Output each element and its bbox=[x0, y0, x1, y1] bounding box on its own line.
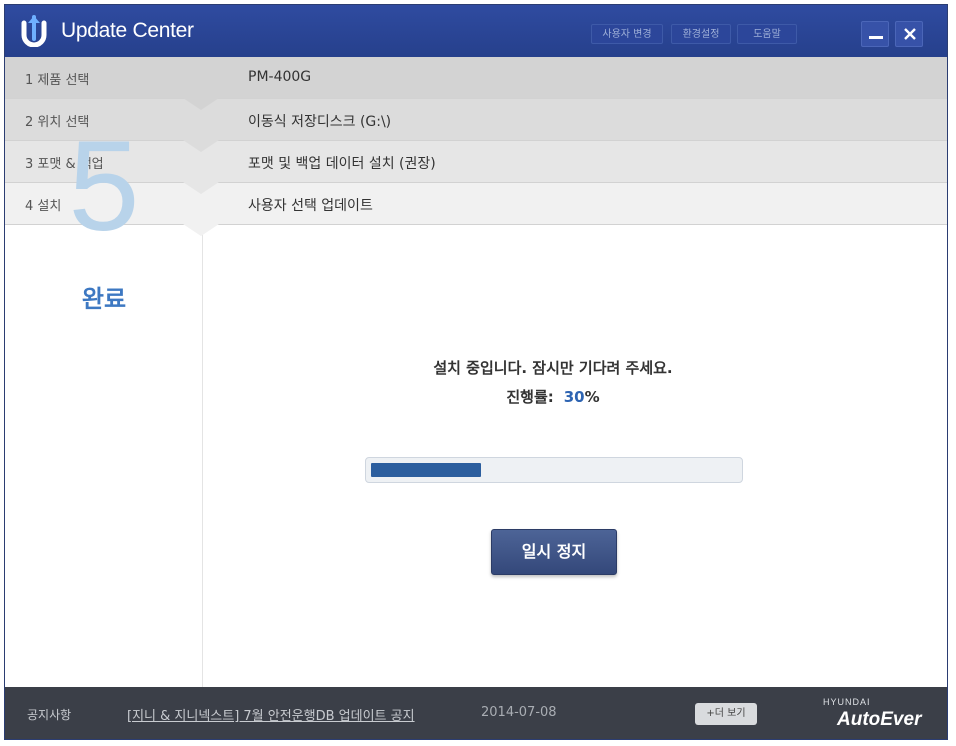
step-notch bbox=[183, 98, 219, 110]
help-button[interactable]: 도움말 bbox=[737, 24, 797, 44]
footer-bar: 공지사항 [지니 & 지니넥스트] 7월 안전운행DB 업데이트 공지 2014… bbox=[5, 687, 947, 739]
brand-logo-top: HYUNDAI bbox=[823, 697, 871, 707]
close-button[interactable] bbox=[895, 21, 923, 47]
minimize-icon bbox=[869, 36, 883, 39]
current-step-number: 5 bbox=[68, 115, 140, 258]
pause-button[interactable]: 일시 정지 bbox=[491, 529, 617, 575]
settings-button[interactable]: 환경설정 bbox=[671, 24, 731, 44]
current-step-label: 완료 bbox=[81, 285, 127, 313]
step-label: 1 제품 선택 bbox=[25, 73, 90, 88]
notice-label: 공지사항 bbox=[27, 708, 72, 722]
step-value: 포맷 및 백업 데이터 설치 (권장) bbox=[248, 156, 436, 172]
update-logo-icon bbox=[21, 15, 47, 47]
step-value: 이동식 저장디스크 (G:\) bbox=[248, 114, 392, 130]
more-button[interactable]: +더 보기 bbox=[695, 703, 757, 725]
title-bar: Update Center 사용자 변경 환경설정 도움말 bbox=[5, 5, 947, 57]
step-notch bbox=[183, 182, 219, 194]
install-message: 설치 중입니다. 잠시만 기다려 주세요. bbox=[433, 359, 673, 377]
progress-bar-fill bbox=[371, 463, 481, 477]
notice-link[interactable]: [지니 & 지니넥스트] 7월 안전운행DB 업데이트 공지 bbox=[127, 705, 415, 724]
notice-date: 2014-07-08 bbox=[481, 705, 557, 720]
update-center-window: Update Center 사용자 변경 환경설정 도움말 1 제품 선택 PM… bbox=[4, 4, 948, 740]
progress-unit: % bbox=[584, 388, 600, 406]
minimize-button[interactable] bbox=[861, 21, 889, 47]
progress-percent: 30 bbox=[563, 388, 585, 406]
progress-bar bbox=[365, 457, 743, 483]
step-notch bbox=[183, 140, 219, 152]
step-product[interactable]: 1 제품 선택 PM-400G bbox=[5, 57, 947, 110]
step-notch bbox=[183, 224, 219, 236]
change-user-button[interactable]: 사용자 변경 bbox=[591, 24, 663, 44]
brand-logo: AutoEver bbox=[837, 709, 922, 730]
app-title: Update Center bbox=[61, 19, 194, 42]
progress-text: 진행률: 30% bbox=[203, 386, 903, 407]
progress-label: 진행률: bbox=[506, 388, 554, 406]
step-value: PM-400G bbox=[248, 69, 312, 85]
close-icon bbox=[904, 28, 916, 40]
step-value: 사용자 선택 업데이트 bbox=[248, 198, 373, 214]
